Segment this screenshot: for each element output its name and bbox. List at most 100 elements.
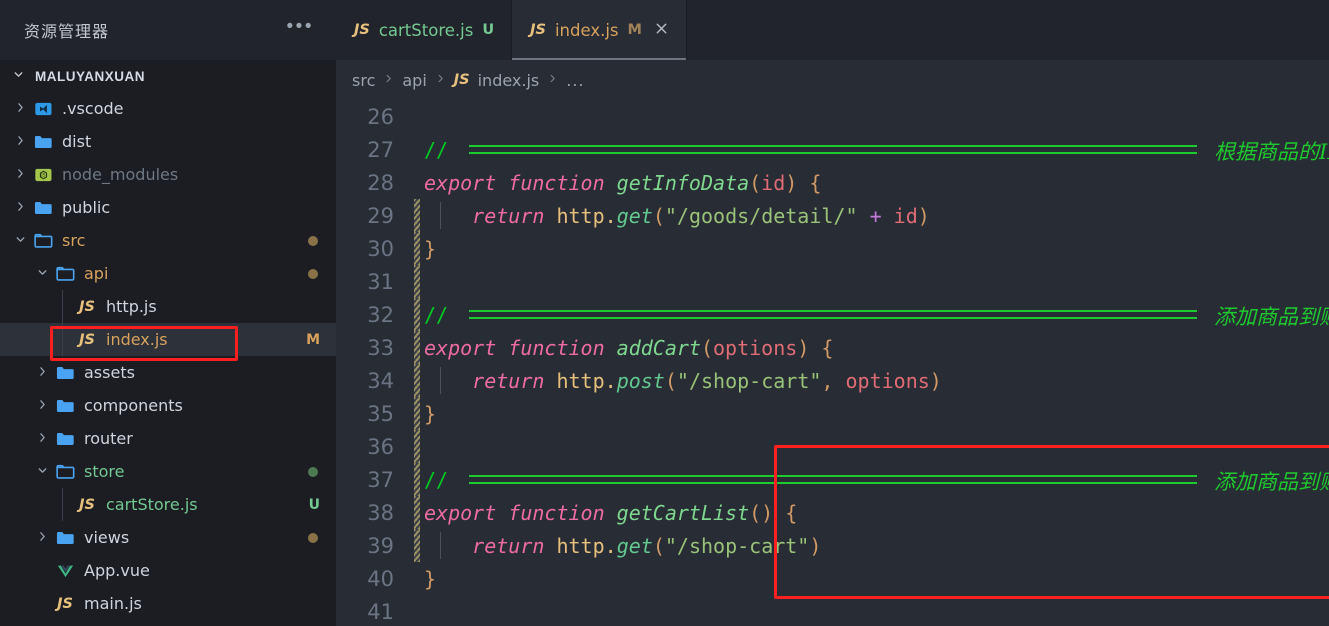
tree-item-views[interactable]: views	[0, 521, 336, 554]
chevron-right-icon[interactable]	[32, 530, 52, 546]
vscode-folder-icon	[30, 101, 56, 117]
tab-label: cartStore.js	[378, 20, 474, 40]
code-line[interactable]: 36	[336, 430, 1329, 463]
tree-item-label: main.js	[84, 594, 142, 613]
tree-item-label: index.js	[106, 330, 168, 349]
tree-item-router[interactable]: router	[0, 422, 336, 455]
tree-item-cartStore-js[interactable]: JS cartStore.js U	[0, 488, 336, 521]
chevron-right-icon[interactable]	[32, 431, 52, 447]
tree-item-api[interactable]: api	[0, 257, 336, 290]
js-file-icon: JS	[79, 496, 95, 513]
chevron-down-icon	[8, 68, 28, 84]
code-line[interactable]: 33 export function addCart(options) {	[336, 331, 1329, 364]
breadcrumb-part[interactable]: index.js	[478, 71, 540, 90]
code-text: }	[424, 236, 437, 261]
code-line[interactable]: 32// 添加商品到购物车	[336, 298, 1329, 331]
line-number: 32	[367, 302, 394, 327]
vscode-window: 资源管理器 ••• MALUYANXUAN .vscode dist JS node_…	[0, 0, 1329, 626]
chevron-down-icon[interactable]	[32, 266, 52, 282]
ellipsis-icon[interactable]: •••	[287, 17, 314, 39]
js-file-icon: JS	[79, 298, 95, 315]
tab-git-badge: U	[482, 22, 495, 38]
tab-index-js[interactable]: JS index.js M	[512, 0, 687, 60]
code-line[interactable]: 41	[336, 595, 1329, 626]
chevron-right-icon[interactable]	[32, 365, 52, 381]
code-line[interactable]: 38 export function getCartList() {	[336, 496, 1329, 529]
tree-item-label: node_modules	[62, 165, 179, 184]
code-line[interactable]: 30}	[336, 232, 1329, 265]
code-text: }	[424, 566, 437, 591]
tree-item-components[interactable]: components	[0, 389, 336, 422]
code-line[interactable]: 35}	[336, 397, 1329, 430]
code-line[interactable]: 31	[336, 265, 1329, 298]
code-line[interactable]: 34 return http.post("/shop-cart", option…	[336, 364, 1329, 397]
js-file-icon: JS	[57, 595, 73, 612]
code-text: return http.get("/goods/detail/" + id)	[472, 203, 930, 228]
js-file-icon: JS	[530, 22, 546, 38]
workspace-root-row[interactable]: MALUYANXUAN	[0, 60, 336, 92]
folder-icon	[30, 134, 56, 150]
indent-guide	[440, 202, 441, 229]
tree-item-index-js[interactable]: JS index.js M	[0, 323, 336, 356]
code-text: return http.get("/shop-cart")	[472, 533, 822, 558]
chevron-down-icon[interactable]	[32, 464, 52, 480]
js-file-icon: JS	[79, 331, 95, 348]
line-number: 26	[367, 104, 394, 129]
git-status-dot	[308, 532, 318, 543]
gutter-change-indicator	[414, 199, 420, 232]
chevron-down-icon[interactable]	[10, 233, 30, 249]
chevron-right-icon	[435, 72, 446, 89]
code-editor[interactable]: 26 27 // 根据商品的ID，获取商品的详情 28 export function …	[336, 100, 1329, 626]
chevron-right-icon[interactable]	[10, 134, 30, 150]
tree-item-assets[interactable]: assets	[0, 356, 336, 389]
code-line[interactable]: 28 export function getInfoData(id) {	[336, 166, 1329, 199]
chevron-right-icon[interactable]	[10, 200, 30, 216]
tree-item-label: src	[62, 231, 86, 250]
code-line[interactable]: 29 return http.get("/goods/detail/" + id…	[336, 199, 1329, 232]
folder-open-icon	[52, 464, 78, 480]
tree-item-http-js[interactable]: JS http.js	[0, 290, 336, 323]
line-number: 34	[367, 368, 394, 393]
tree-item-dist[interactable]: dist	[0, 125, 336, 158]
line-number: 29	[367, 203, 394, 228]
tab-cartStore-js[interactable]: JS cartStore.js U	[336, 0, 513, 60]
code-text: export function addCart(options) {	[424, 335, 834, 360]
gutter-change-indicator	[414, 331, 420, 364]
tree-item-label: http.js	[106, 297, 157, 316]
tree-item-node_modules[interactable]: JS node_modules	[0, 158, 336, 191]
tree-item-public[interactable]: public	[0, 191, 336, 224]
code-line[interactable]: 27 // 根据商品的ID，获取商品的详情	[336, 133, 1329, 166]
node-folder-icon: JS	[30, 167, 56, 183]
tree-item-label: components	[84, 396, 183, 415]
tree-item-main-js[interactable]: JS main.js	[0, 587, 336, 620]
tree-item--vscode[interactable]: .vscode	[0, 92, 336, 125]
code-line[interactable]: 40}	[336, 562, 1329, 595]
chevron-right-icon[interactable]	[10, 167, 30, 183]
code-line[interactable]: 26	[336, 100, 1329, 133]
explorer-title: 资源管理器	[24, 22, 110, 41]
chevron-right-icon[interactable]	[32, 398, 52, 414]
code-line[interactable]: 37// 添加商品到购物车	[336, 463, 1329, 496]
breadcrumb-part[interactable]: api	[402, 71, 426, 90]
indent-guide	[440, 532, 441, 559]
tree-item-src[interactable]: src	[0, 224, 336, 257]
tree-item-store[interactable]: store	[0, 455, 336, 488]
code-line[interactable]: 39 return http.get("/shop-cart")	[336, 529, 1329, 562]
tree-item-App-vue[interactable]: App.vue	[0, 554, 336, 587]
tree-item-label: api	[84, 264, 109, 283]
code-text: export function getCartList() {	[424, 500, 798, 525]
tab-label: index.js	[554, 20, 619, 40]
folder-open-icon	[30, 233, 56, 249]
line-number: 27	[367, 137, 394, 162]
indent-guide	[62, 323, 63, 356]
breadcrumb-overflow[interactable]: ...	[566, 71, 584, 90]
code-text: return http.post("/shop-cart", options)	[472, 368, 942, 393]
chevron-right-icon[interactable]	[10, 101, 30, 117]
gutter-change-indicator	[414, 397, 420, 430]
close-icon[interactable]	[654, 21, 669, 39]
tree-item-label: public	[62, 198, 111, 217]
breadcrumb-part[interactable]: src	[352, 71, 375, 90]
vue-file-icon	[52, 563, 78, 579]
line-number: 36	[367, 434, 394, 459]
tab-bar: JS cartStore.js U JS index.js M	[336, 0, 1329, 60]
